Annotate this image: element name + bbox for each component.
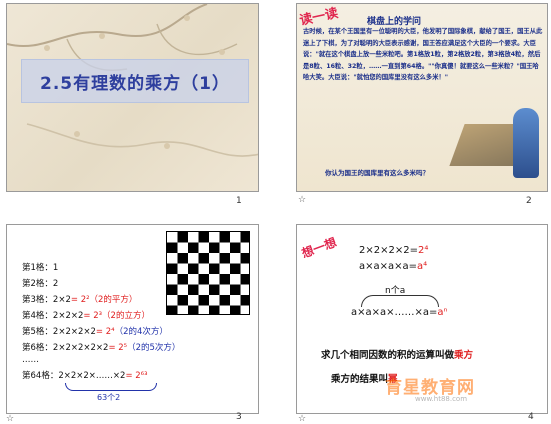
- grid-row: 第3格：2×2= 2²（2的平方）: [22, 293, 137, 305]
- row-label: 第5格：: [22, 327, 53, 337]
- think-tag: 想一想: [299, 235, 339, 261]
- row-label: 第64格：: [22, 371, 59, 381]
- minister-illustration: [513, 108, 539, 178]
- slide-thumbnail-1[interactable]: 2.5有理数的乘方（1）: [6, 3, 259, 192]
- row-expr: 2×2×2×……×2: [58, 371, 126, 381]
- grid-row: 第2格：2: [22, 277, 58, 289]
- row-power: = 2⁴: [95, 327, 115, 337]
- row-label: 第2格：: [22, 279, 53, 289]
- slide-thumbnail-3[interactable]: 第1格：1 第2格：2 第3格：2×2= 2²（2的平方） 第4格：2×2×2=…: [6, 224, 259, 414]
- story-question: 你认为国王的国库里有这么多米吗？: [325, 169, 429, 177]
- grid-row: 第4格：2×2×2= 2³（2的立方）: [22, 309, 150, 321]
- row-expr: 2×2×2×2: [52, 327, 96, 337]
- row-note: （2的5次方）: [127, 343, 181, 353]
- row-expr: 2: [52, 279, 59, 289]
- row-power: = 2⁵: [108, 343, 128, 353]
- row-power: = 2²: [70, 295, 90, 305]
- slide-title: 2.5有理数的乘方（1）: [40, 73, 230, 94]
- brace-label: 63个2: [97, 393, 121, 402]
- slide-thumbnail-2[interactable]: 读一读 棋盘上的学问 古时候，在某个王国里有一位聪明的大臣，他发明了国际象棋，献…: [296, 3, 548, 192]
- grid-row: 第64格：2×2×2×……×2= 2⁶³: [22, 369, 148, 381]
- row-power: = 2³: [83, 311, 103, 321]
- slide-number-1: 1: [236, 196, 242, 206]
- row-note: （2的平方）: [89, 295, 138, 305]
- title-box: 2.5有理数的乘方（1）: [21, 59, 249, 103]
- grid-row: 第6格：2×2×2×2×2= 2⁵（2的5次方）: [22, 341, 180, 353]
- equation-3: a×a×a×……×a=aⁿ: [351, 307, 448, 318]
- row-expr: 2×2×2×2×2: [52, 343, 109, 353]
- watermark-url: www.ht88.com: [415, 395, 468, 403]
- chessboard-icon: [166, 231, 250, 315]
- read-tag: 读一读: [298, 6, 340, 29]
- slide-number-2: 2: [526, 196, 532, 206]
- equation-2: a×a×a×a=a⁴: [359, 261, 428, 272]
- slide-thumbnail-4[interactable]: 想一想 2×2×2×2=2⁴ a×a×a×a=a⁴ n个a a×a×a×……×a…: [296, 224, 548, 414]
- row-note: （2的4次方）: [114, 327, 168, 337]
- story-text: 古时候，在某个王国里有一位聪明的大臣，他发明了国际象棋，献给了国王，国王从此迷上…: [303, 28, 543, 82]
- row-label: 第6格：: [22, 343, 53, 353]
- grid-row: 第5格：2×2×2×2= 2⁴（2的4次方）: [22, 325, 168, 337]
- equation-1: 2×2×2×2=2⁴: [359, 245, 429, 256]
- row-note: （2的立方）: [102, 311, 150, 321]
- grid-row: 第1格：1: [22, 261, 58, 273]
- grid-row: ……: [22, 355, 39, 365]
- slide-number-3: 3: [236, 412, 242, 422]
- animation-star-icon[interactable]: ☆: [298, 195, 306, 205]
- row-label: 第3格：: [22, 295, 53, 305]
- row-expr: 1: [52, 263, 59, 273]
- row-expr: 2×2: [52, 295, 71, 305]
- row-label: ……: [22, 355, 39, 365]
- row-expr: 2×2×2: [52, 311, 84, 321]
- row-power: = 2⁶³: [125, 371, 148, 381]
- definition-text: 求几个相同因数的积的运算叫做乘方: [321, 350, 474, 361]
- row-label: 第4格：: [22, 311, 53, 321]
- bracket-arc: [361, 295, 439, 307]
- slide-number-4: 4: [528, 412, 534, 422]
- row-label: 第1格：: [22, 263, 53, 273]
- brace-marker: [65, 383, 157, 391]
